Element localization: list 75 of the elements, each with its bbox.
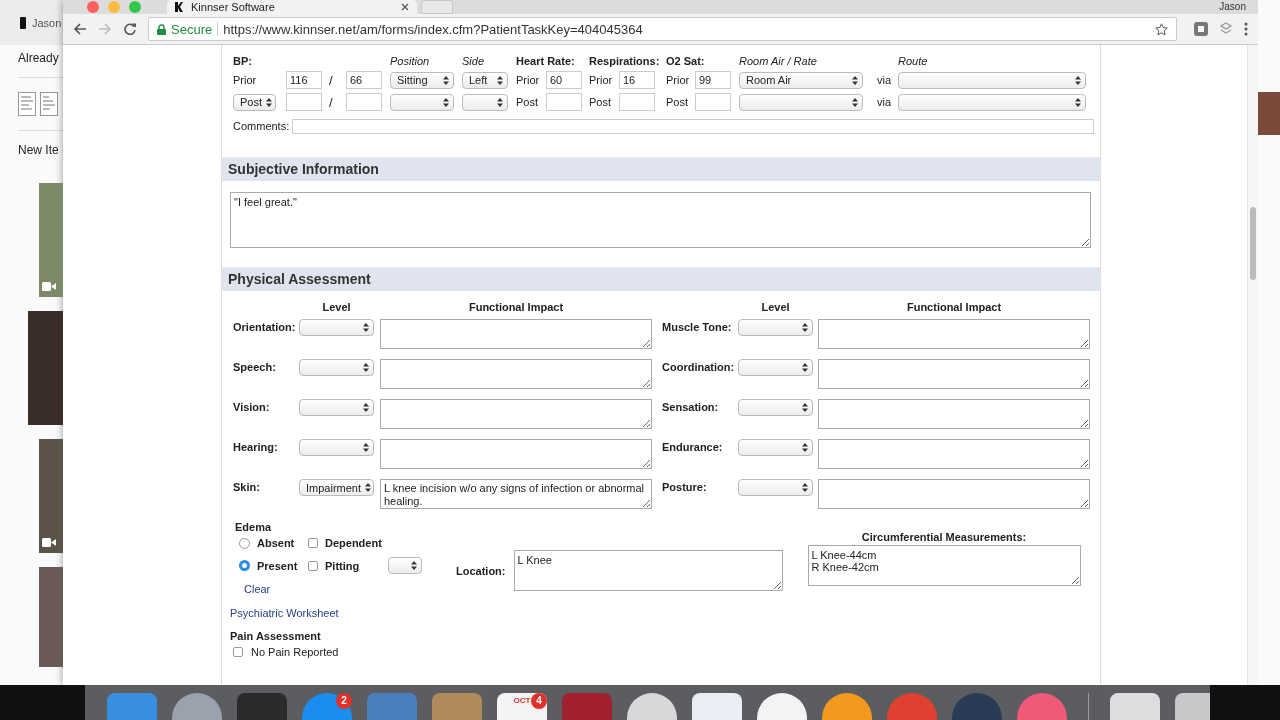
- option-label: No Pain Reported: [251, 646, 339, 658]
- app-icon[interactable]: 2: [302, 693, 352, 720]
- field-label: Muscle Tone:: [662, 320, 733, 333]
- section-header: Physical Assessment: [222, 267, 1100, 291]
- section-label: New Ite: [17, 142, 60, 159]
- secure-label: Secure: [171, 21, 213, 37]
- column-header: O2 Sat:: [666, 55, 706, 67]
- field-label: Post: [666, 96, 688, 108]
- text-input[interactable]: 16: [619, 71, 655, 89]
- tab-title: Kinnser Software: [191, 0, 276, 14]
- dropdown[interactable]: Left: [462, 71, 508, 89]
- column-header: Heart Rate:: [516, 55, 576, 67]
- field-label: via: [877, 74, 892, 86]
- profile-name[interactable]: Jason: [1219, 0, 1246, 14]
- field-label: Prior: [233, 74, 257, 86]
- field-label: Speech:: [233, 360, 277, 373]
- text-area[interactable]: L Knee: [513, 550, 783, 591]
- text-input[interactable]: 116: [286, 71, 322, 89]
- worksheet-link[interactable]: Psychiatric Worksheet: [230, 607, 339, 619]
- text-input[interactable]: 66: [346, 71, 382, 89]
- field-label: Prior: [589, 74, 613, 86]
- field-label: Prior: [666, 74, 690, 86]
- text-area[interactable]: "I feel great.": [230, 192, 1091, 248]
- field-label: Post: [516, 96, 538, 108]
- clear-link[interactable]: Clear: [235, 583, 271, 595]
- browser-tab[interactable]: Kinnser Software: [167, 0, 417, 14]
- option-label: Present: [257, 559, 298, 572]
- field-label: via: [877, 96, 892, 108]
- dropdown[interactable]: Room Air: [739, 71, 863, 89]
- field-label: Posture:: [662, 480, 708, 493]
- field-label: Skin:: [233, 480, 261, 493]
- column-header: Room Air / Rate: [739, 55, 818, 67]
- field-label: Sensation:: [662, 400, 720, 413]
- column-header: Side: [462, 55, 486, 67]
- field-label: Vision:: [233, 400, 271, 413]
- section-label: Already: [17, 50, 60, 67]
- field-label: Circumferential Measurements:: [861, 531, 1027, 543]
- slash-separator: /: [328, 94, 333, 110]
- column-header: Functional Impact: [905, 301, 1003, 315]
- field-label: Post: [589, 96, 611, 108]
- bookmark-label[interactable]: Jason: [32, 16, 62, 29]
- column-header: Level: [760, 301, 791, 315]
- dropdown[interactable]: Sitting: [390, 71, 454, 89]
- text-area[interactable]: L knee incision w/o any signs of infection or abnormal healing.: [380, 479, 652, 509]
- column-header: Route: [898, 55, 929, 67]
- field-label: Hearing:: [233, 440, 279, 453]
- text-area[interactable]: L Knee-44cm R Knee-42cm: [807, 545, 1081, 586]
- app-icon[interactable]: OCT 4: [497, 693, 547, 720]
- field-label: Prior: [516, 74, 540, 86]
- dropdown[interactable]: Post: [233, 93, 276, 111]
- text-input[interactable]: 99: [695, 71, 731, 89]
- column-header: Position: [390, 55, 431, 67]
- field-label: Orientation:: [233, 320, 297, 333]
- field-label: Coordination:: [662, 360, 736, 373]
- slash-separator: /: [328, 72, 333, 88]
- column-header: Level: [321, 301, 352, 315]
- field-label: Edema: [235, 521, 273, 533]
- field-label: Comments:: [233, 120, 290, 132]
- option-label: Dependent: [325, 537, 382, 549]
- calendar-month: OCT: [513, 695, 531, 707]
- field-label: Pain Assessment: [230, 630, 322, 642]
- field-label: Location:: [456, 564, 506, 577]
- notification-badge: 4: [531, 693, 547, 709]
- text-input[interactable]: 60: [546, 71, 582, 89]
- column-header: BP:: [233, 55, 253, 67]
- section-header: Subjective Information: [222, 157, 1100, 181]
- column-header: Functional Impact: [467, 301, 565, 315]
- url-text: https://www.kinnser.net/am/forms/index.cfm?PatientTaskKey=404045364: [223, 21, 644, 37]
- column-header: Respirations:: [589, 55, 661, 67]
- notification-badge: 2: [336, 693, 352, 709]
- dropdown[interactable]: Impairment: [299, 479, 374, 496]
- option-label: Pitting: [325, 559, 360, 572]
- address-bar[interactable]: Secure https://www.kinnser.net/am/forms/index.cfm?PatientTaskKey=404045364: [148, 17, 1177, 41]
- field-label: Endurance:: [662, 440, 724, 453]
- option-label: Absent: [257, 537, 295, 549]
